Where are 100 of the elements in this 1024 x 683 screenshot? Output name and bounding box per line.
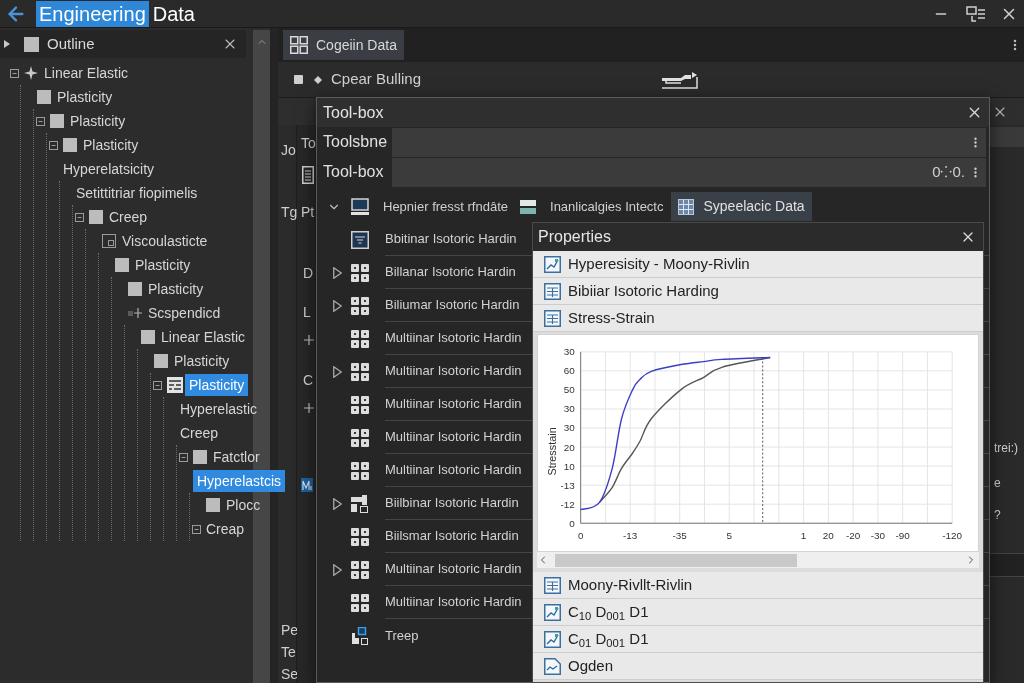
property-item[interactable]: Bibiiar Isotoric Harding [533,278,983,305]
list-item[interactable]: Biliumar Isotoric Hardin [385,295,520,315]
window-title: Data [152,1,195,27]
expand-arrow-icon[interactable] [332,497,342,510]
panel-label: Tg [280,204,296,220]
x-axis-label: 0 [577,530,584,542]
scrollbar-thumb[interactable] [555,553,797,567]
x-axis-label: 20 [822,530,834,542]
expand-arrow-icon[interactable] [332,365,342,378]
list-item[interactable]: Multiinar Isotoric Hardin [385,460,522,480]
tree-item[interactable]: Plasticity [83,134,139,156]
tree-item[interactable]: Plasticity [135,254,191,276]
tree-item[interactable]: Creep [109,206,148,228]
expand-arrow-icon[interactable] [332,563,342,576]
collapse-toggle-icon[interactable] [35,116,45,126]
node-icon [351,626,369,645]
tree-item[interactable]: Plasticity [185,374,249,396]
y-axis-label: 10 [563,460,575,472]
grid-icon [351,395,369,414]
expand-arrow-icon[interactable] [332,299,342,312]
tree-item[interactable]: Viscoulasticte [122,230,208,252]
tree-item[interactable]: Scspendicd [148,302,221,324]
document-icon [544,657,561,675]
collapse-toggle-icon[interactable] [74,212,84,222]
list-item[interactable]: Bbitinar Isotoric Hardin [385,229,517,249]
property-item[interactable]: Stress-Strain [533,305,983,332]
collapse-toggle-icon[interactable] [152,380,162,390]
layers-icon [520,199,536,214]
tree-item[interactable]: Fatctlor [213,446,260,468]
table-icon [544,309,561,327]
y-axis-label: 20 [563,441,575,453]
list-item[interactable]: Biilbinar Isotoric Hardin [385,493,519,513]
thumbnail-icon [167,377,183,393]
tab[interactable]: Hepnier fresst rfndâte [347,192,512,221]
text-field[interactable] [392,127,986,157]
chart-icon [544,255,561,273]
expand-arrow-icon[interactable] [4,40,10,48]
x-axis-label: 1 [800,530,807,542]
grid-icon [351,560,369,579]
plus-icon [304,403,314,413]
tree-item[interactable]: Setittitriar fiopimelis [76,182,198,204]
collapse-toggle-icon[interactable] [9,68,19,78]
tree-item[interactable]: Hyperelastic [180,398,258,420]
tree-item[interactable]: Creep [180,422,219,444]
collapse-toggle-icon[interactable] [191,524,201,534]
square-icon [128,282,142,296]
tab[interactable]: Inanlicalgies Intectc [516,192,668,221]
y-axis-label: 0 [569,517,575,529]
list-item[interactable]: Multiinar Isotoric Hardin [385,427,522,447]
list-item[interactable]: Billanar Isotoric Hardin [385,262,516,282]
table-icon [544,282,561,300]
tree-item[interactable]: Plocc [226,494,261,516]
text-field[interactable]: 0⁘0. [392,157,986,187]
list-item[interactable]: Multiinar Isotoric Hardin [385,559,522,579]
tree-item[interactable]: Plasticity [57,86,113,108]
collapse-toggle-icon[interactable] [48,140,58,150]
table-icon [544,576,561,594]
tree-item[interactable]: Plasticity [174,350,230,372]
tree-item[interactable]: Plasticity [70,110,126,132]
list-item[interactable]: Multiinar Isotoric Hardin [385,328,522,348]
horizontal-scrollbar[interactable] [537,552,979,568]
panel-label: e [993,475,1002,491]
property-item[interactable]: C$_{10}$ D$_{001}$ D1 [533,599,983,626]
field-label: Tool-box [322,162,385,182]
sparkle-icon [24,66,38,80]
tree-item[interactable]: Plasticity [148,278,204,300]
property-item[interactable]: C$_{01}$ D$_{001}$ D1 [533,626,983,653]
x-axis-label: -13 [623,530,638,542]
square-icon [50,114,64,128]
y-axis-label: 30 [563,422,575,434]
list-item[interactable]: Multiinar Isotoric Hardin [385,394,522,414]
tree-item[interactable]: Linear Elastic [44,62,129,84]
property-item[interactable]: Moony-Rivllt-Rivlin [533,572,983,599]
square-icon [37,90,51,104]
field-label: Toolsbne [322,132,389,152]
square-icon [115,258,129,272]
tray-arrow-icon[interactable] [661,70,700,89]
tab[interactable]: Sypeelacic Data [671,192,812,221]
list-item[interactable]: Multiinar Isotoric Hardin [385,592,522,612]
tree-item[interactable]: Hyperelastcis [193,470,286,492]
list-item[interactable]: Biilsmar Isotoric Hardin [385,526,519,546]
property-item[interactable]: Ogden [533,653,983,680]
tree-item[interactable]: Hyperelatsicity [63,158,155,180]
y-axis-label: 60 [563,365,575,377]
tree-item[interactable]: Creap [206,518,245,540]
list-item[interactable]: Multiinar Isotoric Hardin [385,361,522,381]
x-axis-label: -35 [672,530,687,542]
list-item[interactable]: Treep [385,625,419,646]
expand-arrow-icon[interactable] [332,266,342,279]
tab[interactable]: Cogeiin Data [283,30,404,60]
tree-item[interactable]: Linear Elastic [161,326,246,348]
grid-icon [351,362,369,381]
chart-icon [544,630,561,648]
square-icon [63,138,77,152]
restore-icon[interactable] [966,5,986,22]
property-item[interactable]: Hyperesisity - Moony-Rivlin [533,251,983,278]
square-icon [89,210,103,224]
panel-label: C [302,372,315,388]
x-axis-label: -120 [942,530,963,542]
collapse-toggle-icon[interactable] [178,452,188,462]
